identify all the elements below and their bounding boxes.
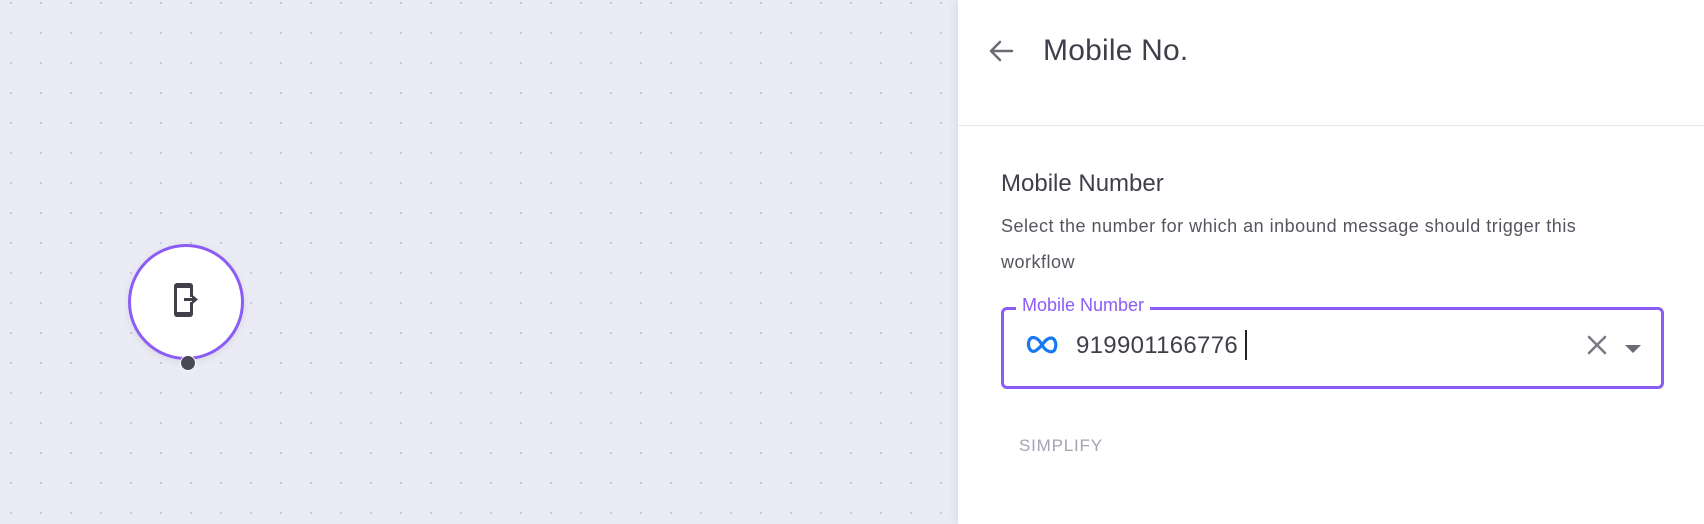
trigger-node[interactable] — [128, 244, 244, 360]
arrow-left-icon — [986, 36, 1016, 71]
mobile-number-input[interactable] — [1076, 332, 1536, 360]
section-title: Mobile Number — [1001, 170, 1164, 197]
text-cursor — [1245, 330, 1247, 360]
settings-panel: Mobile No. Mobile Number Select the numb… — [958, 0, 1704, 524]
close-icon[interactable] — [1586, 334, 1608, 361]
caret-down-icon[interactable] — [1624, 341, 1642, 359]
meta-icon — [1026, 334, 1058, 361]
page-title: Mobile No. — [1043, 34, 1189, 67]
simplify-button[interactable]: SIMPLIFY — [1019, 436, 1103, 456]
mobile-exit-icon — [171, 282, 201, 323]
mobile-number-select[interactable]: Mobile Number — [1001, 295, 1664, 389]
section-description: Select the number for which an inbound m… — [1001, 216, 1577, 272]
panel-header: Mobile No. — [958, 0, 1704, 126]
workflow-canvas[interactable] — [0, 0, 958, 524]
mobile-number-field-label: Mobile Number — [1016, 295, 1151, 316]
back-button[interactable] — [984, 36, 1018, 70]
node-output-port[interactable] — [180, 355, 196, 371]
